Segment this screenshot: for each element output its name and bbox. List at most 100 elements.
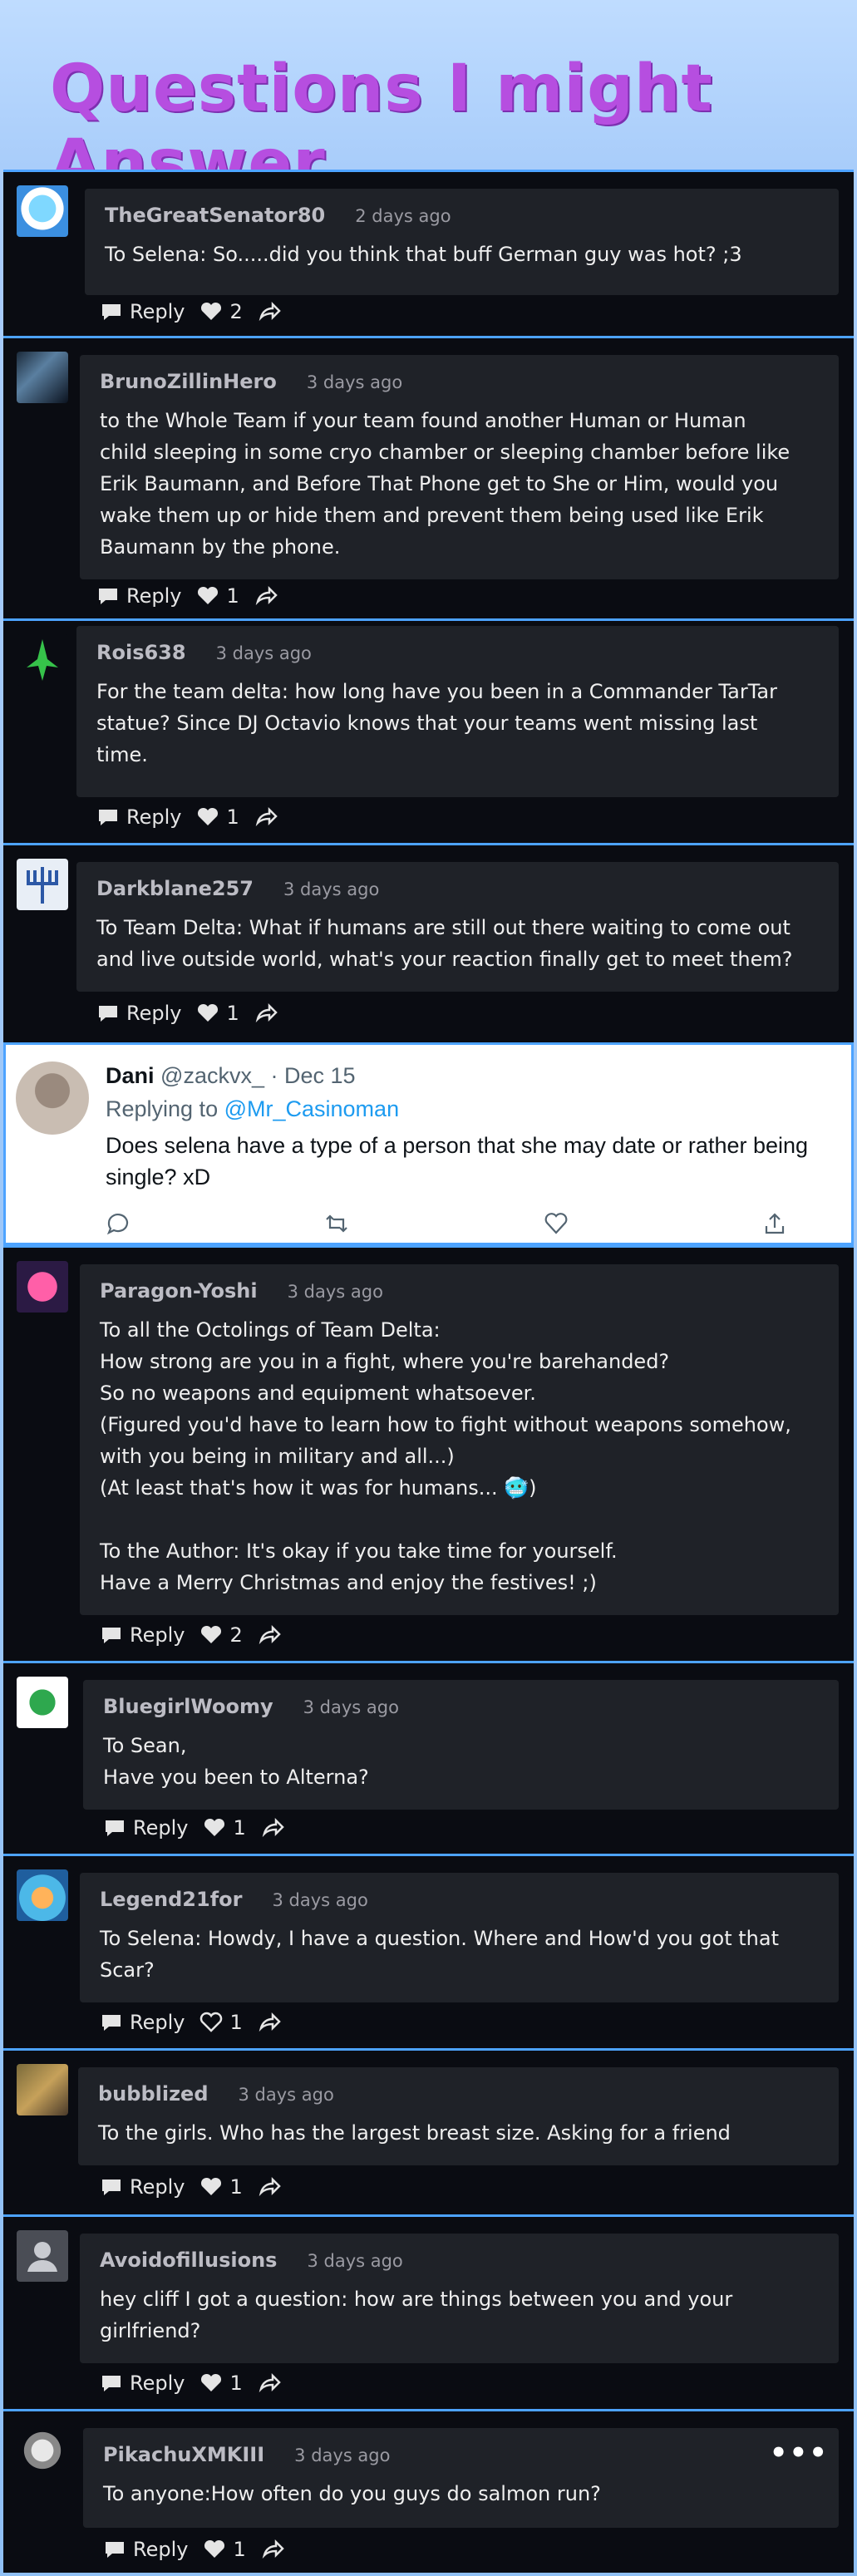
username[interactable]: Avoidofillusions [100,2248,277,2272]
timestamp: 3 days ago [294,2445,391,2465]
username[interactable]: BrunoZillinHero [100,370,277,393]
avatar[interactable] [17,859,68,910]
comment-actions: Reply 1 [96,584,278,608]
tweet-author: Dani @zackvx_ · Dec 15 [106,1063,356,1089]
avatar[interactable] [17,1261,68,1313]
avatar[interactable] [17,1677,68,1728]
speech-bubble-icon [102,1628,121,1643]
comment-bubble: Paragon-Yoshi 3 days ago To all the Octo… [80,1264,839,1615]
speech-bubble-icon [99,1006,117,1022]
timestamp: 2 days ago [355,206,451,226]
share-icon [259,1624,281,1645]
avatar[interactable] [16,1061,89,1135]
comment-actions: Reply 1 [96,805,278,829]
comment-card: Darkblane257 3 days ago To Team Delta: W… [3,843,854,1042]
share-button[interactable] [254,585,278,607]
avatar[interactable] [17,2425,68,2476]
share-icon[interactable] [762,1211,787,1236]
like-count: 1 [226,805,239,829]
reply-button[interactable]: Reply [100,2175,185,2199]
comment-icon[interactable] [106,1211,131,1236]
replying-to-link[interactable]: @Mr_Casinoman [224,1096,399,1121]
heart-icon[interactable] [544,1211,569,1236]
reply-button[interactable]: Reply [96,1002,181,1025]
tweet-handle[interactable]: @zackvx_ [160,1063,264,1088]
reply-button[interactable]: Reply [100,300,185,323]
more-options-button[interactable]: ••• [770,2436,829,2470]
username[interactable]: Legend21for [100,1888,242,1911]
avatar[interactable] [17,185,68,237]
timestamp: 3 days ago [238,2085,334,2105]
reply-button[interactable]: Reply [100,1623,185,1647]
comment-card: bubblized 3 days ago To the girls. Who h… [3,2048,854,2214]
comment-bubble: BrunoZillinHero 3 days ago to the Whole … [80,355,839,579]
tweet-text: Does selena have a type of a person that… [106,1133,809,1189]
like-count: 2 [229,1623,243,1647]
reply-label: Reply [130,2372,185,2395]
reply-label: Reply [126,1002,182,1025]
tweet-date: Dec 15 [284,1063,356,1088]
username[interactable]: Rois638 [96,641,186,664]
comment-actions: Reply 1 [100,2011,281,2034]
like-button[interactable]: 1 [196,1002,239,1025]
comment-actions: Reply 1 [100,2175,281,2199]
share-button[interactable] [258,2176,281,2198]
username[interactable]: Paragon-Yoshi [100,1279,258,1303]
share-icon [255,585,278,606]
share-button[interactable] [258,1624,281,1646]
like-button[interactable]: 1 [199,2372,243,2395]
comment-bubble: TheGreatSenator80 2 days ago To Selena: … [85,189,839,295]
like-count: 1 [229,2175,243,2199]
username[interactable]: PikachuXMKIII [103,2443,264,2466]
like-count: 1 [226,1002,239,1025]
share-icon [262,2539,284,2559]
share-button[interactable] [261,2539,284,2560]
share-button[interactable] [258,301,281,323]
like-button[interactable]: 2 [199,300,243,323]
like-count: 1 [226,584,239,608]
speech-bubble-icon [102,304,121,320]
speech-bubble-icon [99,810,117,825]
username[interactable]: TheGreatSenator80 [105,204,325,227]
like-button[interactable]: 1 [196,584,239,608]
reply-button[interactable]: Reply [100,2372,185,2395]
timestamp: 3 days ago [215,643,312,663]
username[interactable]: Darkblane257 [96,877,254,900]
avatar[interactable] [17,2230,68,2282]
share-button[interactable] [261,1817,284,1839]
like-button[interactable]: 2 [199,1623,243,1647]
share-button[interactable] [258,2372,281,2394]
username[interactable]: bubblized [98,2082,209,2106]
timestamp: 3 days ago [307,2251,403,2271]
avatar[interactable] [17,352,68,403]
avatar[interactable] [17,2064,68,2115]
avatar[interactable] [17,1869,68,1921]
like-button[interactable]: 1 [199,2175,243,2199]
reply-button[interactable]: Reply [96,584,181,608]
reply-button[interactable]: Reply [100,2011,185,2034]
like-button[interactable]: 1 [199,2011,243,2034]
page-title: Questions I might Answer [50,52,713,201]
comment-text: To Selena: So.....did you think that buf… [105,243,742,266]
timestamp: 3 days ago [287,1282,383,1302]
share-button[interactable] [258,2012,281,2033]
retweet-icon[interactable] [324,1211,349,1236]
like-button[interactable]: 1 [203,1816,246,1840]
username[interactable]: BluegirlWoomy [103,1695,273,1718]
comment-actions: Reply 1 [100,2372,281,2395]
reply-label: Reply [126,805,182,829]
reply-label: Reply [133,2538,189,2561]
comment-actions: Reply 2 [100,300,281,323]
share-button[interactable] [254,1002,278,1024]
reply-button[interactable]: Reply [103,1816,188,1840]
reply-label: Reply [130,2011,185,2034]
tweet-display-name[interactable]: Dani [106,1063,155,1088]
like-button[interactable]: 1 [203,2538,246,2561]
speech-bubble-icon [99,589,117,604]
like-button[interactable]: 1 [196,805,239,829]
reply-button[interactable]: Reply [96,805,181,829]
share-button[interactable] [254,806,278,828]
reply-button[interactable]: Reply [103,2538,188,2561]
avatar[interactable] [17,634,68,686]
heart-outline-icon [200,2012,223,2032]
